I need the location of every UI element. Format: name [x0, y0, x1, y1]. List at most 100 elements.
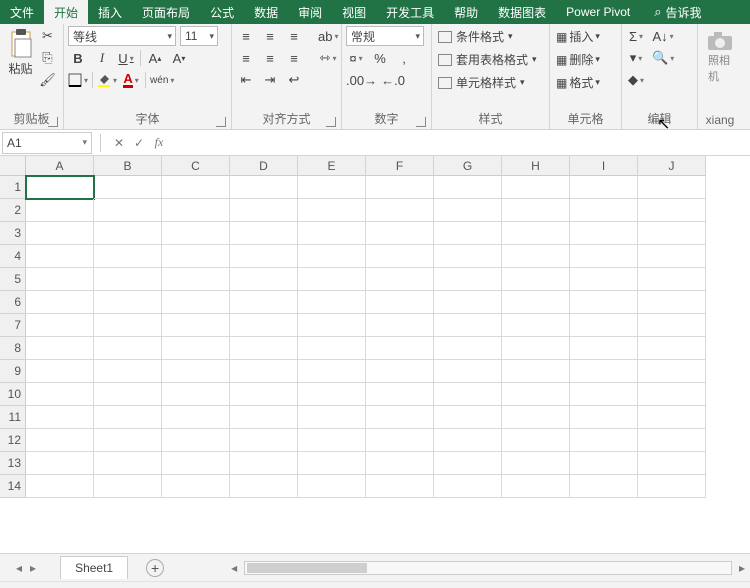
new-sheet-button[interactable]: +	[146, 559, 164, 577]
cancel-formula-button[interactable]: ✕	[109, 133, 129, 153]
cell-D7[interactable]	[230, 314, 298, 337]
font-grow-button[interactable]: A▴	[145, 48, 165, 68]
cell-D8[interactable]	[230, 337, 298, 360]
cell-B6[interactable]	[94, 291, 162, 314]
cell-C14[interactable]	[162, 475, 230, 498]
format-as-table-button[interactable]: 套用表格格式▾	[436, 51, 539, 68]
camera-button[interactable]: 照相机	[702, 26, 738, 88]
cell-F13[interactable]	[366, 452, 434, 475]
cell-G7[interactable]	[434, 314, 502, 337]
wrap-text-button[interactable]: ↩	[284, 70, 304, 90]
cell-H9[interactable]	[502, 360, 570, 383]
cell-C1[interactable]	[162, 176, 230, 199]
cell-B2[interactable]	[94, 199, 162, 222]
cell-I10[interactable]	[570, 383, 638, 406]
cut-button[interactable]: ✂	[38, 26, 58, 46]
align-bottom-button[interactable]: ≡	[284, 26, 304, 46]
tab-scroll-left[interactable]: ◂	[16, 561, 22, 575]
cell-E13[interactable]	[298, 452, 366, 475]
cell-H5[interactable]	[502, 268, 570, 291]
cell-H10[interactable]	[502, 383, 570, 406]
cell-H1[interactable]	[502, 176, 570, 199]
col-header-I[interactable]: I	[570, 156, 638, 176]
row-header-9[interactable]: 9	[0, 360, 26, 383]
orientation-button[interactable]: ab	[318, 26, 338, 46]
tab-review[interactable]: 审阅	[288, 0, 332, 24]
bold-button[interactable]: B	[68, 48, 88, 68]
cell-H12[interactable]	[502, 429, 570, 452]
align-top-button[interactable]: ≡	[236, 26, 256, 46]
cell-I4[interactable]	[570, 245, 638, 268]
cell-B11[interactable]	[94, 406, 162, 429]
col-header-F[interactable]: F	[366, 156, 434, 176]
cell-I9[interactable]	[570, 360, 638, 383]
cell-G4[interactable]	[434, 245, 502, 268]
format-painter-button[interactable]: 🖌	[38, 70, 58, 90]
cell-E5[interactable]	[298, 268, 366, 291]
clear-button[interactable]: ◆	[626, 70, 646, 90]
cell-H11[interactable]	[502, 406, 570, 429]
paste-button[interactable]: 粘贴	[6, 26, 36, 79]
tab-data[interactable]: 数据	[244, 0, 288, 24]
cell-C12[interactable]	[162, 429, 230, 452]
cell-C11[interactable]	[162, 406, 230, 429]
cell-J9[interactable]	[638, 360, 706, 383]
cell-J8[interactable]	[638, 337, 706, 360]
cell-E6[interactable]	[298, 291, 366, 314]
cell-H8[interactable]	[502, 337, 570, 360]
cell-C2[interactable]	[162, 199, 230, 222]
row-header-1[interactable]: 1	[0, 176, 26, 199]
delete-cells-button[interactable]: ▦删除▾	[554, 51, 602, 68]
cell-D5[interactable]	[230, 268, 298, 291]
copy-button[interactable]: ⎘	[38, 48, 58, 68]
align-left-button[interactable]: ≡	[236, 48, 256, 68]
cell-B13[interactable]	[94, 452, 162, 475]
cell-F14[interactable]	[366, 475, 434, 498]
cell-J12[interactable]	[638, 429, 706, 452]
font-color-button[interactable]: A	[121, 70, 141, 90]
cell-C7[interactable]	[162, 314, 230, 337]
name-box[interactable]: A1	[2, 132, 92, 154]
tab-file[interactable]: 文件	[0, 0, 44, 24]
cell-E4[interactable]	[298, 245, 366, 268]
fill-color-button[interactable]	[97, 70, 117, 90]
cell-H6[interactable]	[502, 291, 570, 314]
cell-F8[interactable]	[366, 337, 434, 360]
cell-D4[interactable]	[230, 245, 298, 268]
font-dialog-launcher[interactable]	[216, 117, 226, 127]
cell-F6[interactable]	[366, 291, 434, 314]
cell-G12[interactable]	[434, 429, 502, 452]
currency-button[interactable]: ¤	[346, 48, 366, 68]
row-header-5[interactable]: 5	[0, 268, 26, 291]
align-middle-button[interactable]: ≡	[260, 26, 280, 46]
cell-G11[interactable]	[434, 406, 502, 429]
cell-J4[interactable]	[638, 245, 706, 268]
cell-D1[interactable]	[230, 176, 298, 199]
cell-styles-button[interactable]: 单元格样式▾	[436, 74, 527, 91]
cell-C10[interactable]	[162, 383, 230, 406]
cell-B3[interactable]	[94, 222, 162, 245]
indent-decrease-button[interactable]: ⇤	[236, 70, 256, 90]
tab-developer[interactable]: 开发工具	[376, 0, 444, 24]
cell-D2[interactable]	[230, 199, 298, 222]
cell-H2[interactable]	[502, 199, 570, 222]
cell-A12[interactable]	[26, 429, 94, 452]
col-header-E[interactable]: E	[298, 156, 366, 176]
cell-I2[interactable]	[570, 199, 638, 222]
format-cells-button[interactable]: ▦格式▾	[554, 74, 602, 91]
font-family-select[interactable]: 等线	[68, 26, 176, 46]
cell-C5[interactable]	[162, 268, 230, 291]
increase-decimal-button[interactable]: .00→	[346, 70, 377, 90]
tab-powerpivot[interactable]: Power Pivot	[556, 0, 640, 24]
insert-cells-button[interactable]: ▦插入▾	[554, 28, 602, 45]
cell-A5[interactable]	[26, 268, 94, 291]
cell-E10[interactable]	[298, 383, 366, 406]
worksheet[interactable]: ABCDEFGHIJ 1234567891011121314	[0, 156, 750, 546]
cell-F3[interactable]	[366, 222, 434, 245]
tab-datachart[interactable]: 数据图表	[488, 0, 556, 24]
cell-J6[interactable]	[638, 291, 706, 314]
cell-F4[interactable]	[366, 245, 434, 268]
col-header-D[interactable]: D	[230, 156, 298, 176]
row-header-3[interactable]: 3	[0, 222, 26, 245]
cell-G13[interactable]	[434, 452, 502, 475]
